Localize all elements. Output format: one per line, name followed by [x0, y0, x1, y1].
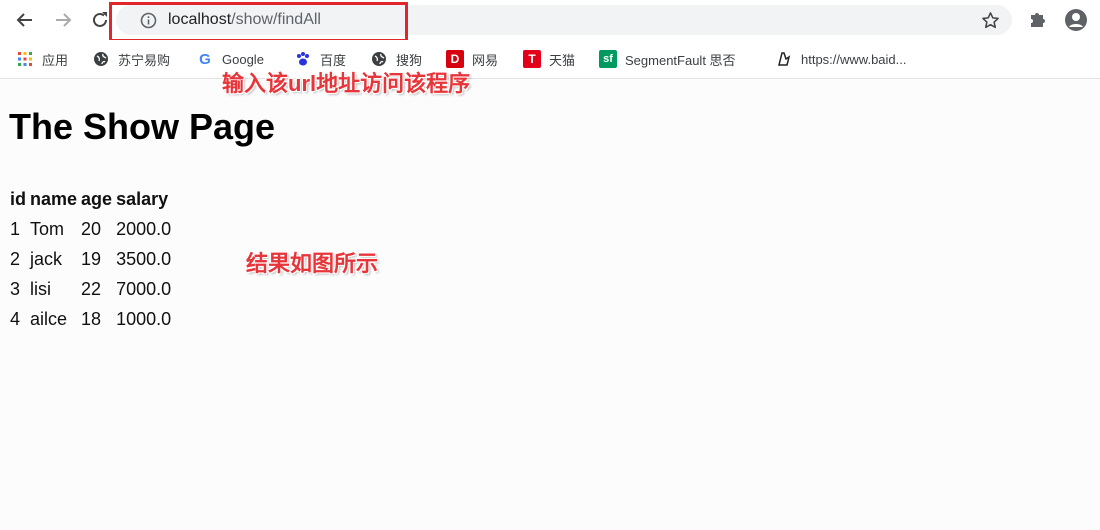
cell-id: 4: [10, 308, 21, 329]
arrow-left-icon: [16, 13, 32, 27]
column-header-id: id: [10, 188, 26, 209]
bookmark-suning[interactable]: 苏宁易购: [92, 49, 170, 69]
cell-name: jack: [30, 248, 63, 269]
cell-name: ailce: [30, 308, 68, 329]
column-header-salary: salary: [116, 188, 169, 209]
cell-salary: 7000.0: [116, 278, 172, 299]
table-row: 2 jack 19 3500.0: [8, 244, 173, 274]
url-highlight-box: [109, 2, 408, 42]
bookmark-label: SegmentFault 思否: [625, 52, 736, 68]
employee-table: id name age salary 1 Tom 20 2000.0 2 jac…: [8, 184, 173, 334]
cell-id: 2: [10, 248, 21, 269]
cell-name: lisi: [30, 278, 51, 299]
cell-age: 20: [81, 218, 102, 239]
tmall-icon: T: [523, 50, 541, 68]
bookmark-segmentfault[interactable]: sf SegmentFault 思否: [599, 49, 736, 69]
google-icon: G: [199, 50, 211, 68]
bookmark-label: 苏宁易购: [118, 52, 171, 68]
cell-salary: 2000.0: [116, 218, 172, 239]
globe-icon: [92, 50, 110, 68]
bookmark-label: 天猫: [549, 52, 576, 68]
cell-age: 22: [81, 278, 102, 299]
result-annotation: 结果如图所示: [246, 251, 379, 276]
bookmark-apps[interactable]: 应用: [16, 49, 68, 69]
bookmark-label: Google: [222, 51, 264, 67]
column-header-name: name: [30, 188, 78, 209]
page-title: The Show Page: [9, 106, 276, 147]
extensions-button[interactable]: [1027, 8, 1049, 35]
bookmark-tmall[interactable]: T 天猫: [523, 49, 575, 69]
cell-age: 19: [81, 248, 102, 269]
bookmark-label: 应用: [42, 52, 69, 68]
url-annotation: 输入该url地址访问该程序: [222, 71, 471, 96]
bookmarks-bar: 应用 苏宁易购 G Google 百度 搜狗 D 网易 T 天猫 sf Segm…: [0, 40, 1100, 79]
apps-grid-icon: [16, 50, 34, 68]
bookmark-page-icon: [775, 50, 793, 68]
cell-name: Tom: [30, 218, 65, 239]
star-icon[interactable]: [981, 11, 1000, 30]
cell-salary: 1000.0: [116, 308, 172, 329]
back-button[interactable]: [13, 8, 37, 32]
cell-id: 1: [10, 218, 21, 239]
cell-salary: 3500.0: [116, 248, 172, 269]
forward-button[interactable]: [51, 8, 75, 32]
column-header-age: age: [81, 188, 113, 209]
table-row: 3 lisi 22 7000.0: [8, 274, 173, 304]
bookmark-label: 网易: [472, 52, 499, 68]
puzzle-icon: [1031, 13, 1045, 27]
browser-toolbar: localhost/show/findAll: [0, 0, 1100, 42]
bookmark-baidu-url[interactable]: https://www.baid...: [775, 49, 907, 69]
account-circle-icon: [1065, 9, 1087, 31]
reload-icon: [93, 12, 107, 27]
bookmark-label: https://www.baid...: [801, 51, 907, 67]
segmentfault-icon: sf: [599, 50, 617, 68]
cell-age: 18: [81, 308, 102, 329]
table-row: 4 ailce 18 1000.0: [8, 304, 173, 334]
table-header-row: id name age salary: [8, 184, 173, 214]
table-row: 1 Tom 20 2000.0: [8, 214, 173, 244]
arrow-right-icon: [56, 13, 72, 27]
profile-button[interactable]: [1064, 8, 1088, 37]
cell-id: 3: [10, 278, 21, 299]
